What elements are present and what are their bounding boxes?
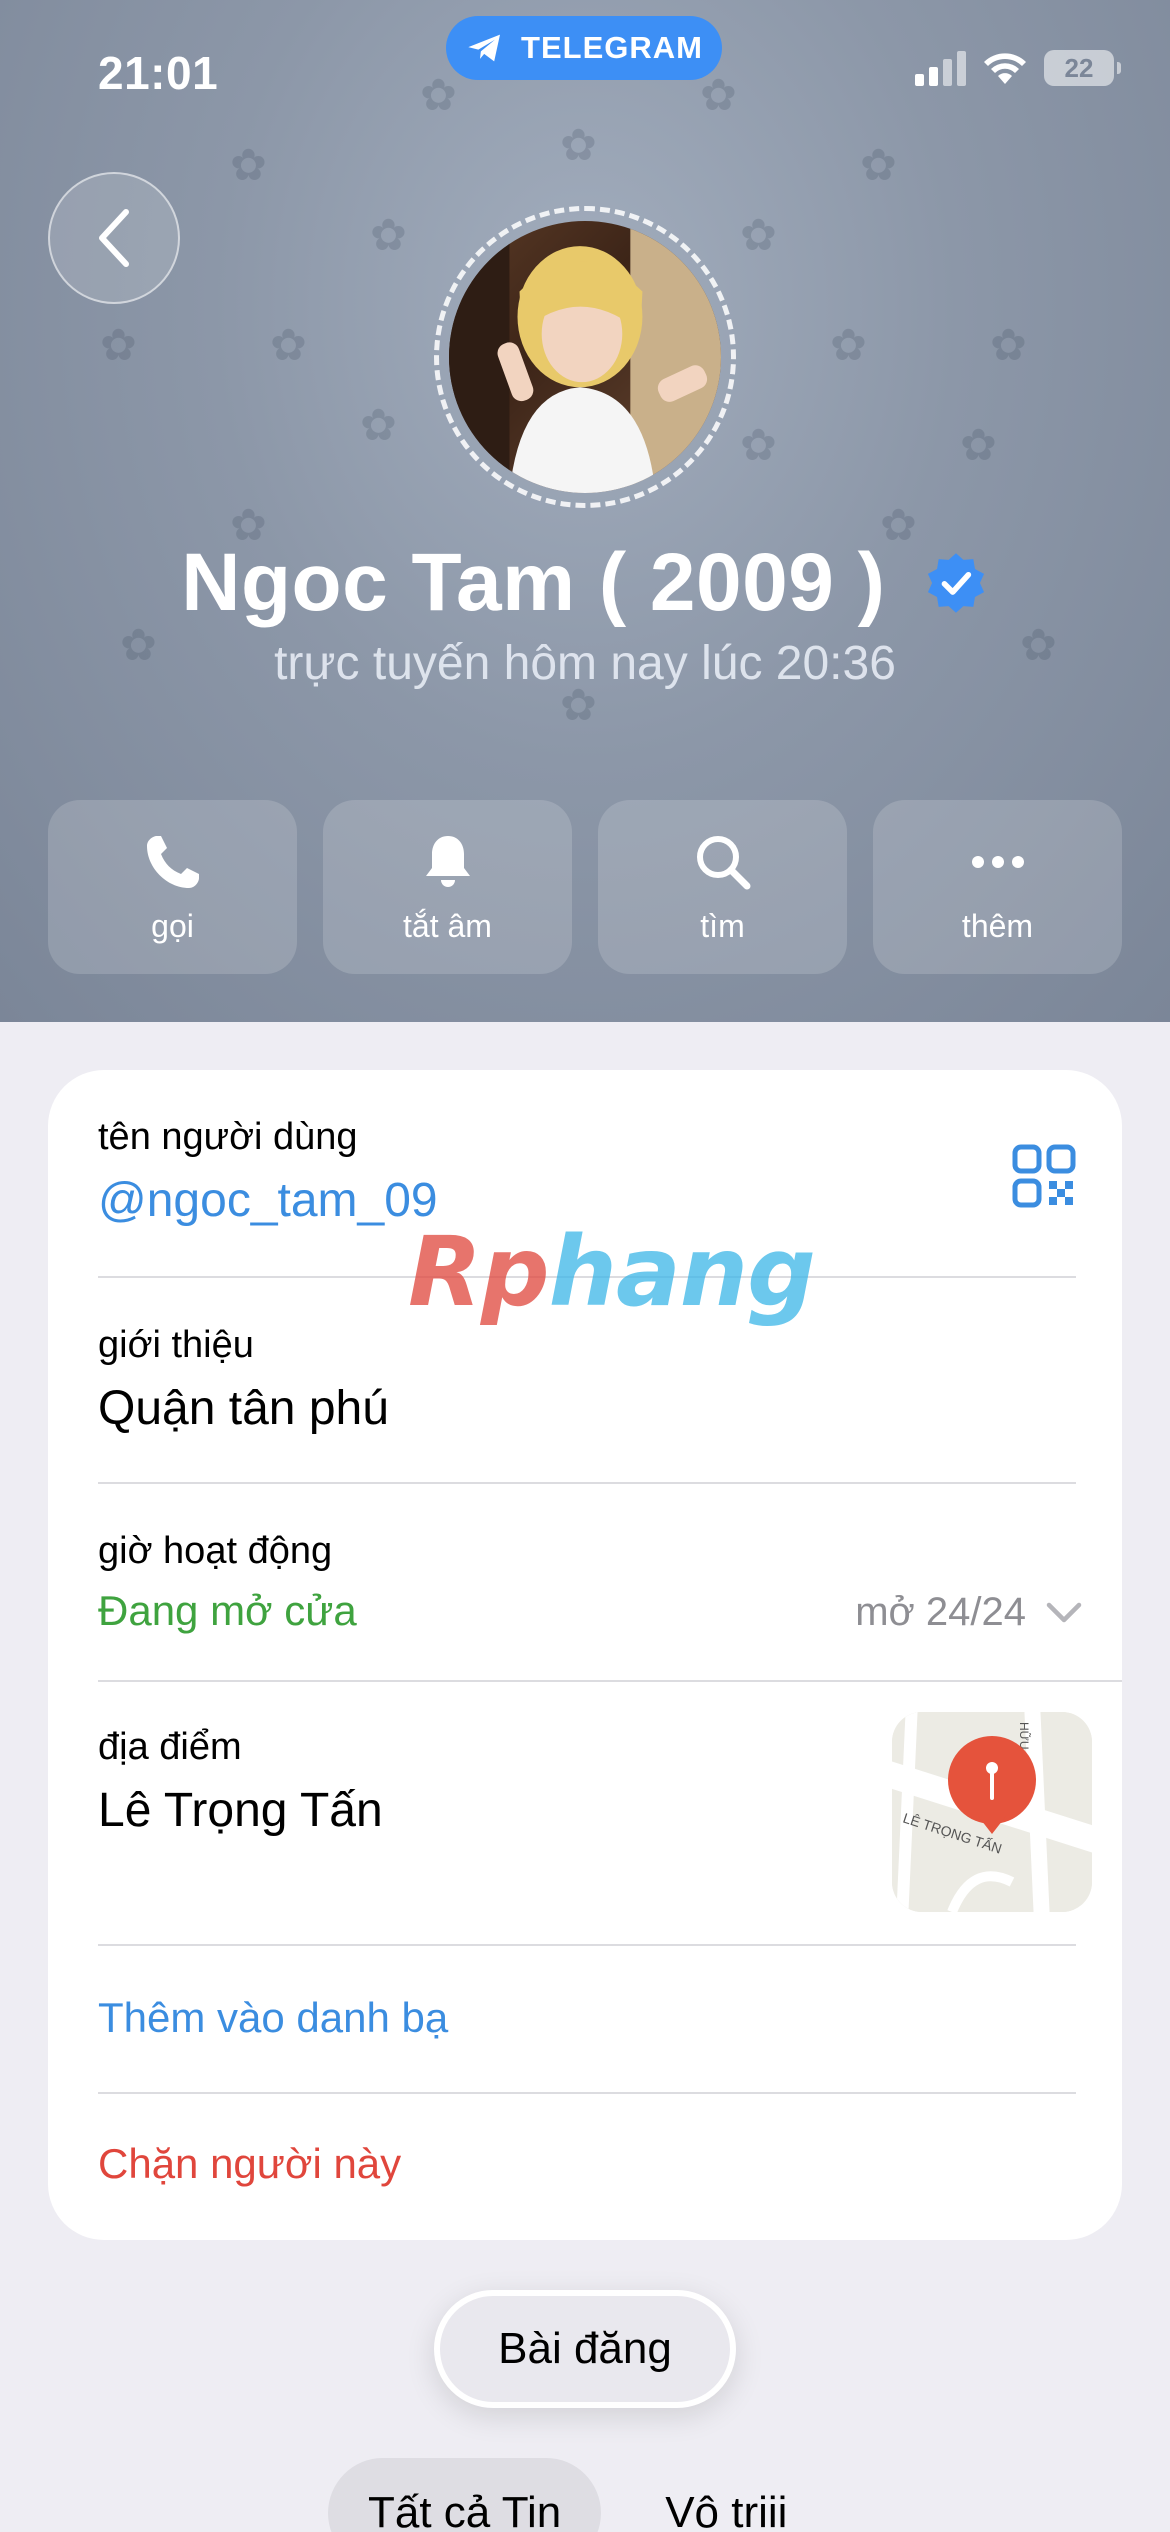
divider xyxy=(98,1482,1076,1484)
status-time: 21:01 xyxy=(98,47,219,99)
battery-icon: 22 xyxy=(1044,50,1121,86)
map-thumbnail[interactable]: LÊ TRỌNG TẤN HỮU xyxy=(892,1712,1092,1912)
wifi-icon xyxy=(984,53,1026,84)
add-to-contacts-button[interactable]: Thêm vào danh bạ xyxy=(98,1994,448,2042)
watermark-part-2: hang xyxy=(548,1216,816,1328)
phone-icon xyxy=(146,835,199,888)
chevron-down-icon xyxy=(1046,1602,1082,1622)
search-label: tìm xyxy=(700,907,745,944)
divider xyxy=(98,2092,1076,2094)
cellular-signal-icon xyxy=(915,50,966,86)
search-button[interactable]: tìm xyxy=(598,800,847,974)
watermark-part-1: Rp xyxy=(408,1216,550,1328)
last-seen-status: trực tuyến hôm nay lúc 20:36 xyxy=(274,637,896,690)
bio-value: Quận tân phú xyxy=(98,1382,389,1435)
tab-vo-triii[interactable]: Vô triii xyxy=(625,2458,827,2532)
profile-name: Ngoc Tam ( 2009 ) xyxy=(0,536,1170,630)
battery-level: 22 xyxy=(1064,52,1094,83)
more-button[interactable]: thêm xyxy=(873,800,1122,974)
block-user-button[interactable]: Chặn người này xyxy=(98,2140,401,2188)
bell-icon xyxy=(425,835,470,887)
telegram-pill[interactable]: TELEGRAM xyxy=(446,16,722,80)
telegram-pill-label: TELEGRAM xyxy=(521,30,703,65)
telegram-icon xyxy=(468,34,501,62)
avatar-photo xyxy=(449,221,721,493)
posts-button[interactable]: Bài đăng xyxy=(434,2290,736,2408)
username-label: tên người dùng xyxy=(98,1116,358,1158)
mute-label: tắt âm xyxy=(403,907,492,944)
watermark-logo: Rphang xyxy=(408,1216,816,1328)
story-tabs: Tất cả Tin Vô triii xyxy=(328,2458,827,2532)
bio-label: giới thiệu xyxy=(98,1324,254,1366)
call-button[interactable]: gọi xyxy=(48,800,297,974)
divider xyxy=(98,1944,1076,1946)
call-label: gọi xyxy=(151,907,194,944)
search-icon xyxy=(696,835,750,889)
more-label: thêm xyxy=(961,907,1034,944)
username-row[interactable]: tên người dùng @ngoc_tam_09 xyxy=(98,1116,1122,1228)
back-button[interactable] xyxy=(48,172,180,304)
avatar[interactable] xyxy=(449,221,721,493)
hours-detail-text: mở 24/24 xyxy=(855,1590,1026,1634)
qr-code-icon[interactable] xyxy=(1012,1144,1076,1208)
status-indicators: 22 xyxy=(915,50,1121,86)
profile-name-text: Ngoc Tam ( 2009 ) xyxy=(181,537,886,628)
hours-label: giờ hoạt động xyxy=(98,1530,333,1572)
mute-button[interactable]: tắt âm xyxy=(323,800,572,974)
action-bar: gọi tắt âm tìm thêm xyxy=(48,800,1122,974)
verified-badge-icon xyxy=(927,553,984,614)
divider xyxy=(98,1680,1122,1682)
hours-detail[interactable]: mở 24/24 xyxy=(855,1590,1082,1635)
chevron-left-icon xyxy=(99,209,129,267)
more-icon xyxy=(971,855,1024,868)
bio-row[interactable]: giới thiệu Quận tân phú xyxy=(98,1324,1122,1436)
map-preview: LÊ TRỌNG TẤN HỮU xyxy=(892,1712,1092,1912)
profile-header: ✿ ✿ ✿ ✿ ✿ ✿ ✿ ✿ ✿ ✿ ✿ ✿ ✿ ✿ ✿ ✿ ✿ ✿ ✿ 21… xyxy=(0,0,1170,1022)
tab-all-stories[interactable]: Tất cả Tin xyxy=(328,2458,602,2532)
story-ring[interactable] xyxy=(434,206,736,508)
